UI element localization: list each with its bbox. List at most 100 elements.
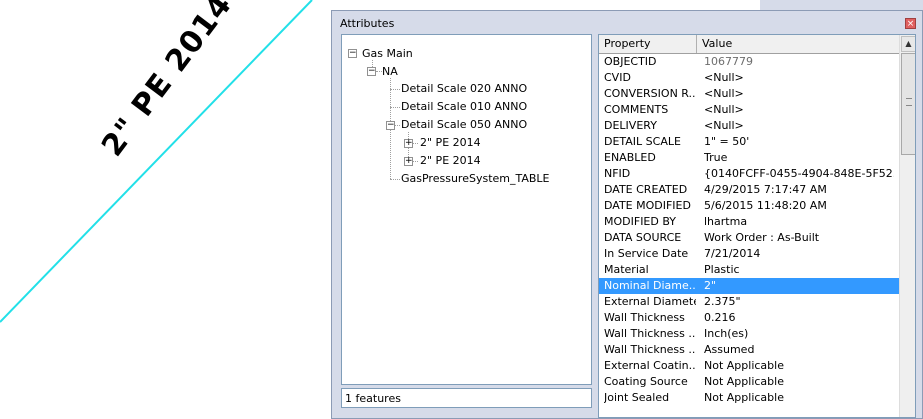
property-name: CVID (604, 71, 631, 84)
tree-node-gas-pressure-table[interactable]: GasPressureSystem_TABLE (401, 172, 550, 186)
tree-node-detail-scale-010[interactable]: Detail Scale 010 ANNO (401, 100, 527, 114)
table-row[interactable]: OBJECTID 1067779 (599, 54, 899, 70)
collapse-icon[interactable]: − (348, 49, 357, 58)
tree-connector (390, 179, 400, 180)
property-value: Inch(es) (704, 327, 749, 340)
property-value: <Null> (704, 71, 744, 84)
tree-node-pe-2014[interactable]: 2" PE 2014 (420, 154, 481, 168)
attributes-window: Attributes × − Gas Main − NA Detail Scal… (331, 10, 923, 419)
table-row[interactable]: MODIFIED BY lhartma (599, 214, 899, 230)
property-name: COMMENTS (604, 103, 669, 116)
property-name: Wall Thickness ... (604, 327, 696, 340)
property-value: <Null> (704, 103, 744, 116)
table-row[interactable]: COMMENTS <Null> (599, 102, 899, 118)
tree-node-na[interactable]: NA (382, 65, 398, 79)
property-name: Wall Thickness ... (604, 343, 696, 356)
table-row[interactable]: Joint Sealed Not Applicable (599, 390, 899, 406)
property-value: 7/21/2014 (704, 247, 761, 260)
property-name: External Coatin... (604, 359, 696, 372)
property-value: 5/6/2015 11:48:20 AM (704, 199, 827, 212)
table-row[interactable]: In Service Date 7/21/2014 (599, 246, 899, 262)
grid-rows: OBJECTID 1067779 CVID <Null> CONVERSION R...… (599, 54, 899, 406)
property-value: 1067779 (704, 55, 753, 68)
property-name: NFID (604, 167, 631, 180)
table-row[interactable]: External Diameter 2.375" (599, 294, 899, 310)
expand-icon[interactable]: + (404, 139, 413, 148)
close-icon[interactable]: × (905, 18, 916, 29)
grid-header: Property Value (599, 35, 899, 54)
table-row[interactable]: Wall Thickness ... Inch(es) (599, 326, 899, 342)
property-name: In Service Date (604, 247, 689, 260)
property-value: 1" = 50' (704, 135, 750, 148)
property-value: 0.216 (704, 311, 736, 324)
property-value: Assumed (704, 343, 755, 356)
scrollbar-thumb[interactable] (901, 53, 915, 155)
property-value: Not Applicable (704, 359, 784, 372)
property-name: Joint Sealed (604, 391, 670, 404)
window-title: Attributes (340, 17, 395, 30)
property-value: True (704, 151, 728, 164)
tree-node-detail-scale-050[interactable]: Detail Scale 050 ANNO (401, 118, 527, 132)
tree-connector (413, 143, 418, 144)
gas-main-line[interactable] (0, 0, 313, 323)
property-value: <Null> (704, 87, 744, 100)
property-name: Material (604, 263, 649, 276)
table-row[interactable]: Nominal Diame... 2" (599, 278, 899, 294)
table-row[interactable]: DATA SOURCE Work Order : As-Built (599, 230, 899, 246)
status-bar: 1 features (341, 388, 592, 408)
table-row[interactable]: NFID {0140FCFF-0455-4904-848E-5F52... (599, 166, 899, 182)
property-value: Plastic (704, 263, 740, 276)
column-header-value[interactable]: Value (697, 35, 899, 53)
table-row[interactable]: CONVERSION R... <Null> (599, 86, 899, 102)
tree-node-detail-scale-020[interactable]: Detail Scale 020 ANNO (401, 82, 527, 96)
property-name: DATA SOURCE (604, 231, 682, 244)
tree-node-gas-main[interactable]: Gas Main (362, 47, 413, 61)
property-name: External Diameter (604, 295, 696, 308)
column-header-property[interactable]: Property (599, 35, 697, 53)
property-name: Coating Source (604, 375, 688, 388)
property-name: Nominal Diame... (604, 279, 696, 292)
thumb-grip-icon (906, 98, 912, 106)
property-name: DATE CREATED (604, 183, 688, 196)
table-row[interactable]: Wall Thickness 0.216 (599, 310, 899, 326)
table-row[interactable]: ENABLED True (599, 150, 899, 166)
feature-tree[interactable]: − Gas Main − NA Detail Scale 020 ANNO De… (341, 34, 592, 385)
table-row[interactable]: Material Plastic (599, 262, 899, 278)
table-row[interactable]: DATE CREATED 4/29/2015 7:17:47 AM (599, 182, 899, 198)
property-value: 4/29/2015 7:17:47 AM (704, 183, 827, 196)
table-row[interactable]: DELIVERY <Null> (599, 118, 899, 134)
table-row[interactable]: Wall Thickness ... Assumed (599, 342, 899, 358)
property-value: Work Order : As-Built (704, 231, 820, 244)
table-row[interactable]: Coating Source Not Applicable (599, 374, 899, 390)
table-row[interactable]: DATE MODIFIED 5/6/2015 11:48:20 AM (599, 198, 899, 214)
collapse-icon[interactable]: − (367, 67, 376, 76)
tree-node-pe-2014[interactable]: 2" PE 2014 (420, 136, 481, 150)
collapse-icon[interactable]: − (386, 121, 395, 130)
property-name: DELIVERY (604, 119, 657, 132)
feature-count: 1 features (345, 392, 401, 405)
property-name: CONVERSION R... (604, 87, 696, 100)
property-name: MODIFIED BY (604, 215, 677, 228)
table-row[interactable]: DETAIL SCALE 1" = 50' (599, 134, 899, 150)
table-row[interactable]: External Coatin... Not Applicable (599, 358, 899, 374)
property-value: 2" (704, 279, 717, 292)
tree-connector (390, 107, 400, 108)
expand-icon[interactable]: + (404, 157, 413, 166)
property-name: DATE MODIFIED (604, 199, 691, 212)
property-value: 2.375" (704, 295, 741, 308)
tree-connector (413, 161, 418, 162)
property-value: lhartma (704, 215, 748, 228)
property-name: ENABLED (604, 151, 656, 164)
property-value: Not Applicable (704, 391, 784, 404)
property-value: Not Applicable (704, 375, 784, 388)
vertical-scrollbar[interactable]: ▲ (899, 35, 915, 417)
property-name: OBJECTID (604, 55, 657, 68)
table-row[interactable]: CVID <Null> (599, 70, 899, 86)
attribute-grid[interactable]: Property Value OBJECTID 1067779 CVID <Null>… (598, 34, 916, 418)
scroll-up-icon[interactable]: ▲ (901, 36, 915, 52)
tree-connector (395, 125, 400, 126)
property-value: <Null> (704, 119, 744, 132)
property-name: Wall Thickness (604, 311, 685, 324)
property-value: {0140FCFF-0455-4904-848E-5F52... (704, 167, 894, 180)
tree-connector (390, 89, 400, 90)
